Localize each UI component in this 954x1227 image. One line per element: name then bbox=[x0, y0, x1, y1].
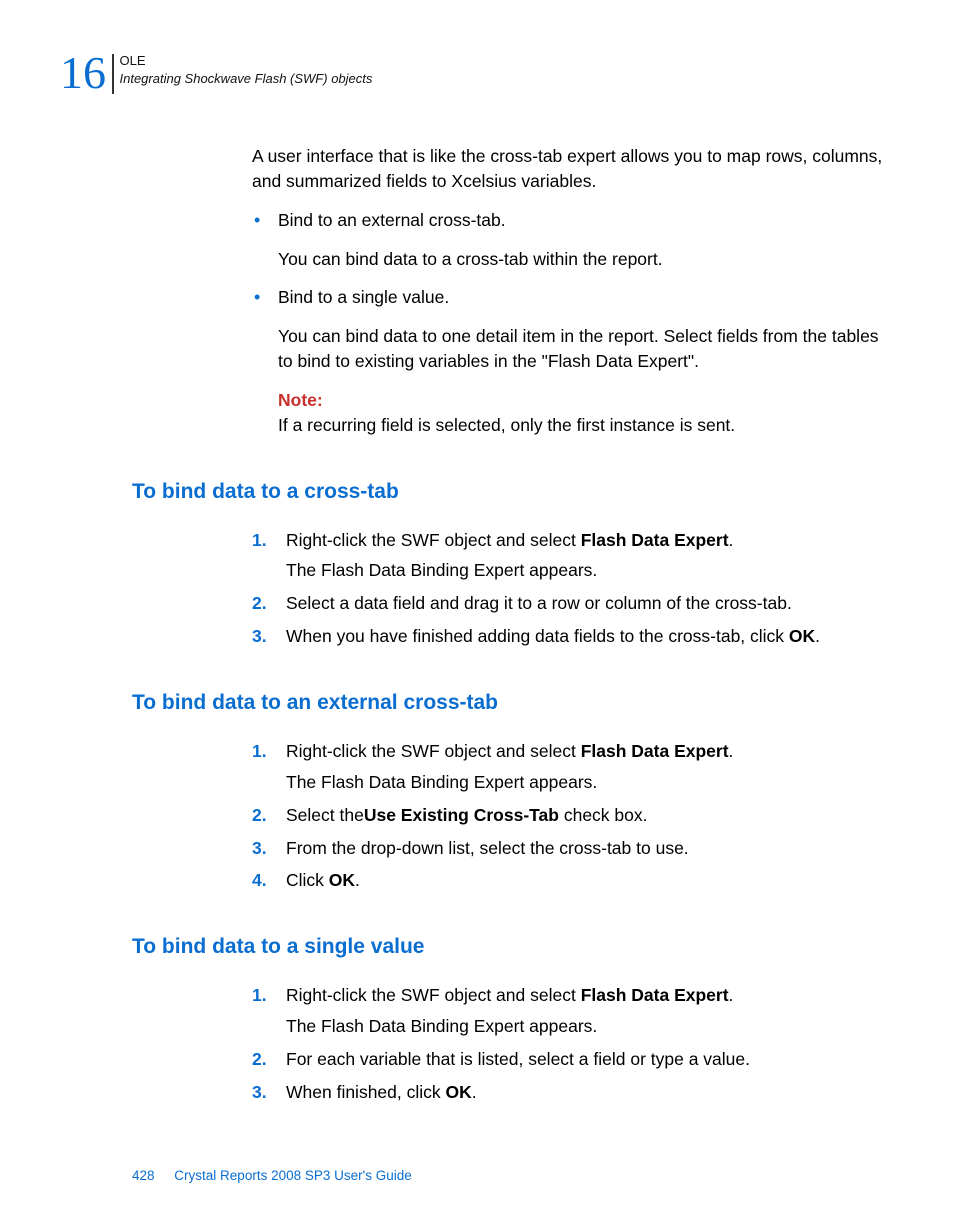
section-heading: To bind data to a cross-tab bbox=[132, 480, 894, 504]
header-label-top: OLE bbox=[120, 52, 373, 70]
step-text-pre: When you have finished adding data field… bbox=[286, 626, 789, 646]
step-item: Right-click the SWF object and select Fl… bbox=[252, 983, 894, 1039]
step-sub: The Flash Data Binding Expert appears. bbox=[286, 1014, 894, 1039]
step-item: Right-click the SWF object and select Fl… bbox=[252, 739, 894, 795]
bullet-title: Bind to a single value. bbox=[278, 285, 894, 310]
step-text-bold: OK bbox=[446, 1082, 472, 1102]
step-text-pre: Right-click the SWF object and select bbox=[286, 741, 581, 761]
section-body: Right-click the SWF object and select Fl… bbox=[252, 528, 894, 649]
step-text-pre: Right-click the SWF object and select bbox=[286, 530, 581, 550]
bullet-body: You can bind data to a cross-tab within … bbox=[278, 247, 894, 272]
step-text-post: . bbox=[355, 870, 360, 890]
step-item: When you have finished adding data field… bbox=[252, 624, 894, 649]
step-item: Select theUse Existing Cross-Tab check b… bbox=[252, 803, 894, 828]
step-text-bold: OK bbox=[789, 626, 815, 646]
step-list: Right-click the SWF object and select Fl… bbox=[252, 983, 894, 1104]
chapter-number: 16 bbox=[60, 50, 106, 96]
step-text-post: . bbox=[729, 741, 734, 761]
step-text-pre: Click bbox=[286, 870, 329, 890]
step-item: Select a data field and drag it to a row… bbox=[252, 591, 894, 616]
bullet-title: Bind to an external cross-tab. bbox=[278, 208, 894, 233]
note-label: Note: bbox=[278, 390, 323, 410]
step-sub: The Flash Data Binding Expert appears. bbox=[286, 770, 894, 795]
step-text-pre: Right-click the SWF object and select bbox=[286, 985, 581, 1005]
step-text-pre: When finished, click bbox=[286, 1082, 446, 1102]
step-list: Right-click the SWF object and select Fl… bbox=[252, 528, 894, 649]
step-text-bold: Flash Data Expert bbox=[581, 985, 729, 1005]
header-divider bbox=[112, 54, 114, 94]
step-text-post: check box. bbox=[559, 805, 648, 825]
header-label-sub: Integrating Shockwave Flash (SWF) object… bbox=[120, 70, 373, 88]
step-item: For each variable that is listed, select… bbox=[252, 1047, 894, 1072]
step-text-pre: Select the bbox=[286, 805, 364, 825]
section-heading: To bind data to an external cross-tab bbox=[132, 691, 894, 715]
intro-bullet-list: Bind to an external cross-tab. You can b… bbox=[252, 208, 894, 438]
step-text-bold: OK bbox=[329, 870, 355, 890]
page-header: 16 OLE Integrating Shockwave Flash (SWF)… bbox=[60, 50, 894, 96]
step-text-bold: Use Existing Cross-Tab bbox=[364, 805, 559, 825]
section-heading: To bind data to a single value bbox=[132, 935, 894, 959]
step-text-post: . bbox=[729, 985, 734, 1005]
section-body: Right-click the SWF object and select Fl… bbox=[252, 739, 894, 893]
step-item: Click OK. bbox=[252, 868, 894, 893]
step-sub: The Flash Data Binding Expert appears. bbox=[286, 558, 894, 583]
note-block: Note: If a recurring field is selected, … bbox=[278, 388, 894, 438]
bullet-item: Bind to a single value. You can bind dat… bbox=[252, 285, 894, 437]
step-text-bold: Flash Data Expert bbox=[581, 530, 729, 550]
step-text-post: . bbox=[815, 626, 820, 646]
page-number: 428 bbox=[132, 1168, 155, 1183]
step-text-pre: From the drop-down list, select the cros… bbox=[286, 838, 689, 858]
bullet-body: You can bind data to one detail item in … bbox=[278, 324, 894, 374]
step-text-pre: For each variable that is listed, select… bbox=[286, 1049, 750, 1069]
step-list: Right-click the SWF object and select Fl… bbox=[252, 739, 894, 893]
header-text-group: OLE Integrating Shockwave Flash (SWF) ob… bbox=[120, 52, 373, 87]
section-body: Right-click the SWF object and select Fl… bbox=[252, 983, 894, 1104]
step-text-post: . bbox=[472, 1082, 477, 1102]
page-footer: 428 Crystal Reports 2008 SP3 User's Guid… bbox=[132, 1168, 412, 1183]
step-text-bold: Flash Data Expert bbox=[581, 741, 729, 761]
step-item: Right-click the SWF object and select Fl… bbox=[252, 528, 894, 584]
intro-block: A user interface that is like the cross-… bbox=[252, 144, 894, 438]
step-item: When finished, click OK. bbox=[252, 1080, 894, 1105]
bullet-item: Bind to an external cross-tab. You can b… bbox=[252, 208, 894, 272]
note-body: If a recurring field is selected, only t… bbox=[278, 415, 735, 435]
step-text-post: . bbox=[729, 530, 734, 550]
step-text-pre: Select a data field and drag it to a row… bbox=[286, 593, 792, 613]
step-item: From the drop-down list, select the cros… bbox=[252, 836, 894, 861]
doc-title: Crystal Reports 2008 SP3 User's Guide bbox=[174, 1168, 411, 1183]
intro-paragraph: A user interface that is like the cross-… bbox=[252, 144, 894, 194]
